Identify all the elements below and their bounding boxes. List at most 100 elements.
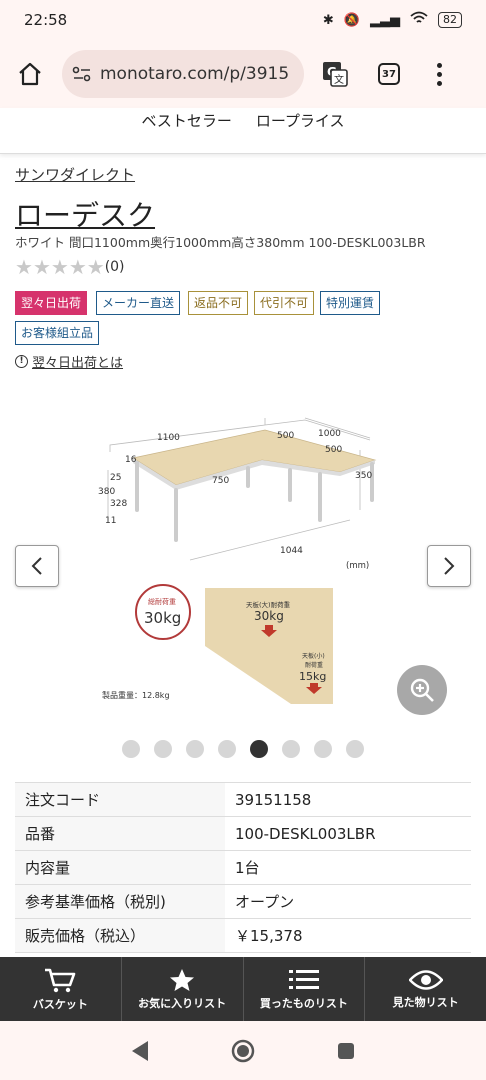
dim-label: 750 — [212, 476, 229, 486]
translate-button[interactable]: G文 — [320, 59, 350, 89]
zoom-in-icon — [410, 678, 434, 702]
star-icon: ★ — [86, 255, 105, 279]
rating[interactable]: ★ ★ ★ ★ ★ (0) — [15, 257, 125, 277]
purchased-label: 買ったものリスト — [259, 996, 348, 1010]
dot-icon — [436, 71, 442, 77]
recents-icon[interactable] — [336, 1041, 356, 1061]
dim-label: 16 — [125, 455, 137, 465]
carousel-dot[interactable] — [282, 740, 300, 758]
mute-icon: 🔕 — [343, 12, 360, 28]
carousel-dot[interactable] — [218, 740, 236, 758]
home-circle-icon[interactable] — [230, 1038, 256, 1064]
url-text: monotaro.com/p/3915 — [100, 64, 290, 84]
badge: 翌々日出荷 — [15, 291, 88, 315]
signal-icon: ▂▃▅ — [370, 12, 400, 28]
purchased-button[interactable]: 買ったものリスト — [244, 957, 366, 1021]
dim-label: 328 — [110, 499, 127, 509]
prev-image-button[interactable] — [15, 545, 59, 587]
carousel-indicators — [0, 740, 486, 758]
home-icon — [19, 62, 41, 86]
dim-label: 11 — [105, 516, 116, 526]
home-button[interactable] — [12, 56, 48, 92]
system-navigation — [0, 1021, 486, 1080]
dim-label: 1100 — [157, 433, 180, 443]
unit-label: (mm) — [346, 561, 369, 571]
load-small-label1: 天板(小) — [302, 652, 325, 660]
more-menu-button[interactable] — [434, 62, 444, 86]
dim-label: 500 — [325, 445, 342, 455]
product-subtitle: ホワイト 間口1100mm奥行1000mm高さ380mm 100-DESKL00… — [15, 235, 426, 250]
spec-label: 内容量 — [15, 850, 225, 885]
top-navigation: ベストセラー ロープライス — [0, 108, 486, 154]
load-large-value: 30kg — [254, 609, 284, 623]
status-icons: ✱ 🔕 ▂▃▅ 82 — [323, 11, 462, 29]
dot-icon — [436, 62, 442, 68]
status-bar: 22:58 ✱ 🔕 ▂▃▅ 82 — [0, 0, 486, 40]
carousel-dot[interactable] — [154, 740, 172, 758]
dim-label: 350 — [355, 471, 372, 481]
tabs-button[interactable]: 37 — [378, 63, 400, 85]
zoom-button[interactable] — [397, 665, 447, 715]
rating-count: (0) — [104, 259, 125, 275]
carousel-dot[interactable] — [250, 740, 268, 758]
spec-label: 参考基準価格（税別) — [15, 884, 225, 919]
nav-bestseller[interactable]: ベストセラー — [142, 110, 232, 153]
list-icon — [288, 969, 319, 989]
viewed-button[interactable]: 見た物リスト — [365, 957, 486, 1021]
battery-indicator: 82 — [438, 12, 462, 28]
load-total-value: 30kg — [144, 609, 181, 627]
badge: 特別運賃 — [320, 291, 381, 315]
spec-value: ￥15,378 — [235, 927, 303, 945]
badge: 返品不可 — [188, 291, 249, 315]
table-row: 品番 100-DESKL003LBR — [15, 816, 471, 851]
favorites-button[interactable]: お気に入りリスト — [122, 957, 244, 1021]
spec-label: 品番 — [15, 816, 225, 851]
load-large-label: 天板(大)耐荷重 — [246, 600, 291, 609]
table-row: 販売価格（税込） ￥15,378 — [15, 918, 471, 953]
star-icon: ★ — [68, 255, 87, 279]
next-image-button[interactable] — [427, 545, 471, 587]
table-row: 注文コード 39151158 — [15, 782, 471, 817]
spec-label: 販売価格（税込） — [15, 918, 225, 953]
star-icon — [170, 968, 195, 991]
star-icon: ★ — [32, 255, 51, 279]
star-icon: ★ — [15, 255, 33, 279]
carousel-dot[interactable] — [346, 740, 364, 758]
bottom-navigation: バスケット お気に入りリスト 買ったものリスト 見た物リスト — [0, 957, 486, 1021]
badge: メーカー直送 — [96, 291, 181, 315]
product-weight: 製品重量：12.8kg — [102, 690, 170, 700]
table-row: 参考基準価格（税別) オープン — [15, 884, 471, 919]
browser-toolbar: monotaro.com/p/3915 G文 37 — [0, 40, 486, 108]
site-settings-icon — [72, 66, 91, 82]
nav-lowprice[interactable]: ロープライス — [256, 110, 345, 153]
spec-table: 注文コード 39151158 品番 100-DESKL003LBR 内容量 1台 参考… — [15, 782, 471, 953]
dim-label: 1044 — [280, 546, 303, 556]
maker-link[interactable]: サンワダイレクト — [15, 164, 135, 185]
svg-text:文: 文 — [334, 73, 344, 86]
spec-value: 1台 — [235, 859, 260, 877]
shipping-help-link[interactable]: ! 翌々日出荷とは — [15, 352, 123, 371]
basket-label: バスケット — [32, 997, 88, 1011]
carousel-dot[interactable] — [122, 740, 140, 758]
table-row: 内容量 1台 — [15, 850, 471, 885]
info-icon: ! — [15, 355, 28, 368]
badge: 代引不可 — [254, 291, 315, 315]
eye-icon — [408, 969, 443, 990]
spec-value: 100-DESKL003LBR — [235, 824, 376, 843]
product-title[interactable]: ローデスク — [15, 194, 155, 234]
chevron-right-icon — [444, 557, 455, 575]
basket-button[interactable]: バスケット — [0, 957, 122, 1021]
chevron-left-icon — [31, 557, 42, 575]
spec-value: 39151158 — [235, 790, 312, 809]
dim-label: 25 — [110, 473, 121, 483]
url-field[interactable]: monotaro.com/p/3915 — [62, 50, 304, 98]
translate-icon: G文 — [323, 62, 348, 87]
carousel-dot[interactable] — [314, 740, 332, 758]
load-small-label2: 耐荷重 — [305, 661, 323, 669]
load-total-label: 総耐荷重 — [148, 597, 176, 606]
back-icon[interactable] — [130, 1040, 150, 1062]
carousel-dot[interactable] — [186, 740, 204, 758]
dim-label: 1000 — [318, 429, 341, 439]
image-carousel: 1100 500 1000 500 16 25 380 328 11 750 3… — [0, 390, 486, 720]
spec-label: 注文コード — [15, 782, 225, 817]
